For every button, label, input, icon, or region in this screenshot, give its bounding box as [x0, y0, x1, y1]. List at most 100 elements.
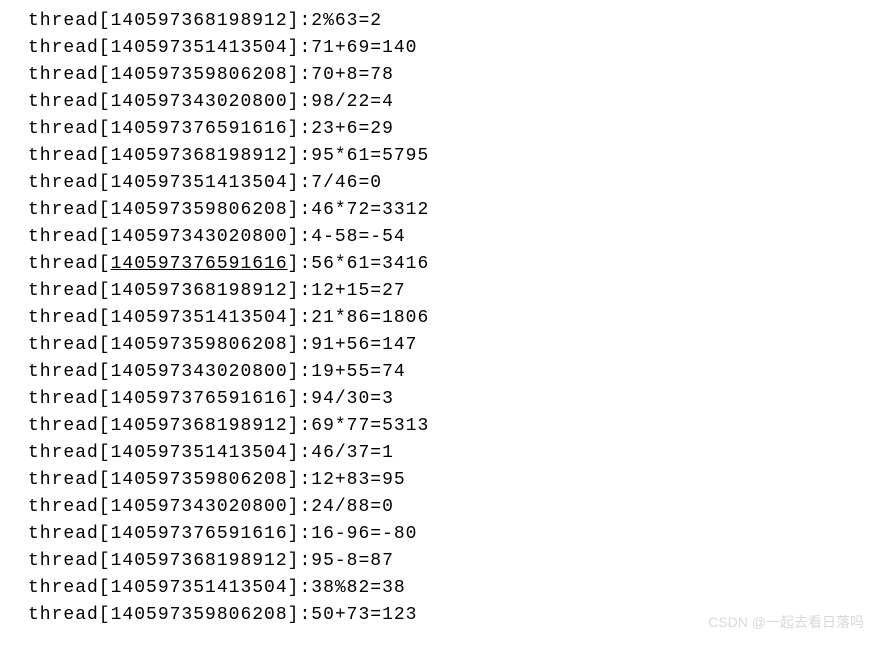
log-line: thread[140597351413504]:7/46=0 — [28, 170, 856, 197]
thread-prefix: thread[ — [28, 524, 111, 544]
separator: ]: — [288, 119, 312, 139]
watermark: CSDN @一起去看日落吗 — [708, 612, 864, 632]
thread-prefix: thread[ — [28, 470, 111, 490]
separator: ]: — [288, 92, 312, 112]
separator: ]: — [288, 146, 312, 166]
thread-id: 140597343020800 — [111, 227, 288, 247]
separator: ]: — [288, 254, 312, 274]
thread-id: 140597376591616 — [111, 119, 288, 139]
thread-id: 140597351413504 — [111, 173, 288, 193]
separator: ]: — [288, 389, 312, 409]
separator: ]: — [288, 65, 312, 85]
expression: 46/37=1 — [311, 443, 394, 463]
log-line: thread[140597359806208]:91+56=147 — [28, 332, 856, 359]
thread-prefix: thread[ — [28, 308, 111, 328]
separator: ]: — [288, 38, 312, 58]
separator: ]: — [288, 497, 312, 517]
expression: 38%82=38 — [311, 578, 405, 598]
thread-prefix: thread[ — [28, 173, 111, 193]
thread-prefix: thread[ — [28, 362, 111, 382]
separator: ]: — [288, 11, 312, 31]
separator: ]: — [288, 362, 312, 382]
thread-log-output: thread[140597368198912]:2%63=2thread[140… — [28, 8, 856, 629]
log-line: thread[140597368198912]:95*61=5795 — [28, 143, 856, 170]
thread-id: 140597343020800 — [111, 497, 288, 517]
thread-prefix: thread[ — [28, 227, 111, 247]
log-line: thread[140597368198912]:69*77=5313 — [28, 413, 856, 440]
expression: 56*61=3416 — [311, 254, 429, 274]
thread-prefix: thread[ — [28, 92, 111, 112]
log-line: thread[140597359806208]:12+83=95 — [28, 467, 856, 494]
expression: 21*86=1806 — [311, 308, 429, 328]
log-line: thread[140597351413504]:71+69=140 — [28, 35, 856, 62]
thread-prefix: thread[ — [28, 443, 111, 463]
thread-prefix: thread[ — [28, 416, 111, 436]
log-line: thread[140597351413504]:38%82=38 — [28, 575, 856, 602]
thread-id: 140597368198912 — [111, 11, 288, 31]
log-line: thread[140597343020800]:24/88=0 — [28, 494, 856, 521]
thread-id: 140597368198912 — [111, 416, 288, 436]
expression: 70+8=78 — [311, 65, 394, 85]
log-line: thread[140597351413504]:46/37=1 — [28, 440, 856, 467]
expression: 91+56=147 — [311, 335, 417, 355]
thread-prefix: thread[ — [28, 335, 111, 355]
log-line: thread[140597359806208]:46*72=3312 — [28, 197, 856, 224]
thread-id: 140597343020800 — [111, 92, 288, 112]
separator: ]: — [288, 605, 312, 625]
thread-prefix: thread[ — [28, 38, 111, 58]
thread-prefix: thread[ — [28, 389, 111, 409]
separator: ]: — [288, 470, 312, 490]
thread-id: 140597376591616 — [111, 524, 288, 544]
separator: ]: — [288, 335, 312, 355]
thread-id: 140597376591616 — [111, 254, 288, 274]
expression: 46*72=3312 — [311, 200, 429, 220]
thread-prefix: thread[ — [28, 146, 111, 166]
expression: 12+83=95 — [311, 470, 405, 490]
thread-prefix: thread[ — [28, 551, 111, 571]
expression: 24/88=0 — [311, 497, 394, 517]
separator: ]: — [288, 281, 312, 301]
thread-prefix: thread[ — [28, 254, 111, 274]
log-line: thread[140597343020800]:98/22=4 — [28, 89, 856, 116]
thread-id: 140597359806208 — [111, 65, 288, 85]
expression: 69*77=5313 — [311, 416, 429, 436]
thread-prefix: thread[ — [28, 497, 111, 517]
separator: ]: — [288, 173, 312, 193]
thread-id: 140597351413504 — [111, 578, 288, 598]
thread-id: 140597368198912 — [111, 281, 288, 301]
thread-prefix: thread[ — [28, 578, 111, 598]
thread-id: 140597359806208 — [111, 335, 288, 355]
thread-prefix: thread[ — [28, 11, 111, 31]
separator: ]: — [288, 443, 312, 463]
thread-id: 140597359806208 — [111, 470, 288, 490]
log-line: thread[140597368198912]:12+15=27 — [28, 278, 856, 305]
thread-id: 140597351413504 — [111, 308, 288, 328]
log-line: thread[140597376591616]:23+6=29 — [28, 116, 856, 143]
separator: ]: — [288, 308, 312, 328]
thread-prefix: thread[ — [28, 281, 111, 301]
log-line: thread[140597376591616]:56*61=3416 — [28, 251, 856, 278]
log-line: thread[140597376591616]:94/30=3 — [28, 386, 856, 413]
separator: ]: — [288, 416, 312, 436]
expression: 16-96=-80 — [311, 524, 417, 544]
expression: 94/30=3 — [311, 389, 394, 409]
separator: ]: — [288, 200, 312, 220]
expression: 50+73=123 — [311, 605, 417, 625]
log-line: thread[140597359806208]:70+8=78 — [28, 62, 856, 89]
expression: 4-58=-54 — [311, 227, 405, 247]
log-line: thread[140597351413504]:21*86=1806 — [28, 305, 856, 332]
expression: 19+55=74 — [311, 362, 405, 382]
expression: 95-8=87 — [311, 551, 394, 571]
separator: ]: — [288, 227, 312, 247]
thread-prefix: thread[ — [28, 200, 111, 220]
thread-id: 140597351413504 — [111, 443, 288, 463]
log-line: thread[140597368198912]:2%63=2 — [28, 8, 856, 35]
thread-id: 140597359806208 — [111, 605, 288, 625]
expression: 12+15=27 — [311, 281, 405, 301]
thread-id: 140597376591616 — [111, 389, 288, 409]
expression: 71+69=140 — [311, 38, 417, 58]
thread-prefix: thread[ — [28, 119, 111, 139]
thread-id: 140597368198912 — [111, 146, 288, 166]
log-line: thread[140597343020800]:19+55=74 — [28, 359, 856, 386]
separator: ]: — [288, 524, 312, 544]
